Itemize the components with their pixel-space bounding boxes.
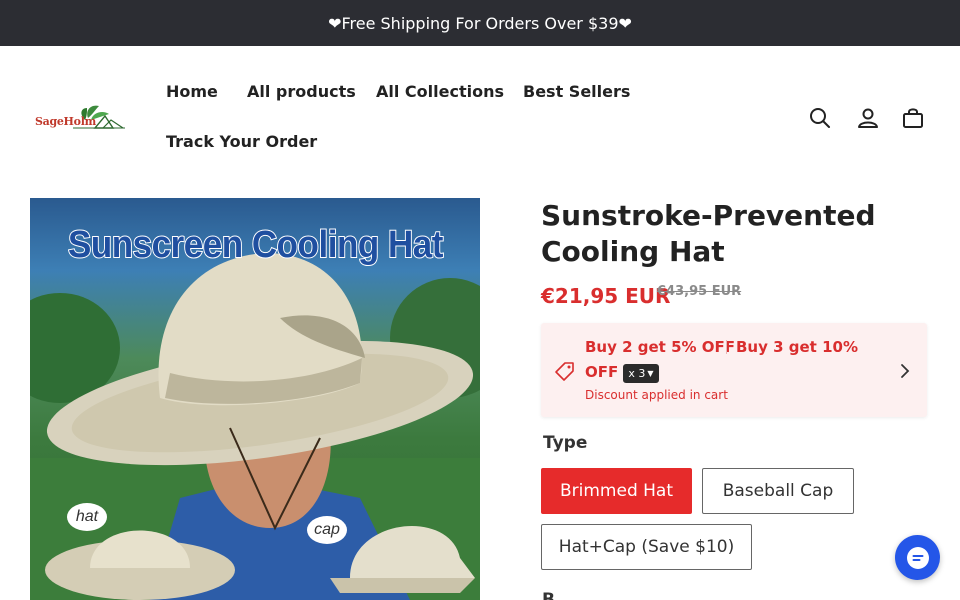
promo-offer-1: Buy 2 get 5% OFF <box>585 338 736 356</box>
promo-note: Discount applied in cart <box>585 388 728 402</box>
nav-best-sellers[interactable]: Best Sellers <box>523 82 630 101</box>
account-icon[interactable] <box>856 106 880 130</box>
option-label: Baseball Cap <box>722 481 834 501</box>
chevron-right-icon[interactable] <box>898 363 912 379</box>
logo-text: SageHolm <box>35 115 96 128</box>
nav-all-products[interactable]: All products <box>247 82 356 101</box>
product-price: €21,95 EUR <box>541 284 671 308</box>
product-image[interactable]: Sunscreen Cooling Hat hat cap <box>30 198 480 600</box>
option-hat-cap[interactable]: Hat+Cap (Save $10) <box>541 524 752 570</box>
chat-icon <box>906 546 929 569</box>
option-label: Brimmed Hat <box>559 481 673 501</box>
image-title-text: Sunscreen Cooling Hat <box>67 223 444 267</box>
announcement-bar: ❤Free Shipping For Orders Over $39❤ <box>0 0 960 46</box>
quantity-badge-text: x 3 <box>628 367 646 380</box>
promo-offer-2-cont: OFF <box>585 363 619 381</box>
next-option-label: B <box>542 590 555 600</box>
nav-all-collections[interactable]: All Collections <box>376 82 504 101</box>
product-title: Sunstroke-Prevented Cooling Hat <box>541 199 876 268</box>
tag-icon <box>554 360 576 382</box>
nav-track-order[interactable]: Track Your Order <box>166 132 317 151</box>
promo-divider <box>726 340 727 354</box>
chat-button[interactable] <box>895 535 940 580</box>
image-label-cap: cap <box>307 516 347 544</box>
cart-icon[interactable] <box>901 106 925 130</box>
compare-price: €43,95 EUR <box>657 284 742 299</box>
search-icon[interactable] <box>808 106 832 130</box>
option-baseball-cap[interactable]: Baseball Cap <box>702 468 854 514</box>
promo-offer-2: Buy 3 get 10% <box>736 338 858 356</box>
caret-down-icon: ▼ <box>647 369 654 378</box>
option-label: Hat+Cap (Save $10) <box>558 537 735 557</box>
type-label: Type <box>543 433 588 453</box>
brand-logo[interactable]: SageHolm <box>33 100 128 138</box>
announcement-text: ❤Free Shipping For Orders Over $39❤ <box>328 13 632 33</box>
quantity-badge[interactable]: x 3 ▼ <box>623 364 659 383</box>
image-label-hat: hat <box>67 503 107 531</box>
option-brimmed-hat[interactable]: Brimmed Hat <box>541 468 692 514</box>
nav-home[interactable]: Home <box>166 82 218 101</box>
